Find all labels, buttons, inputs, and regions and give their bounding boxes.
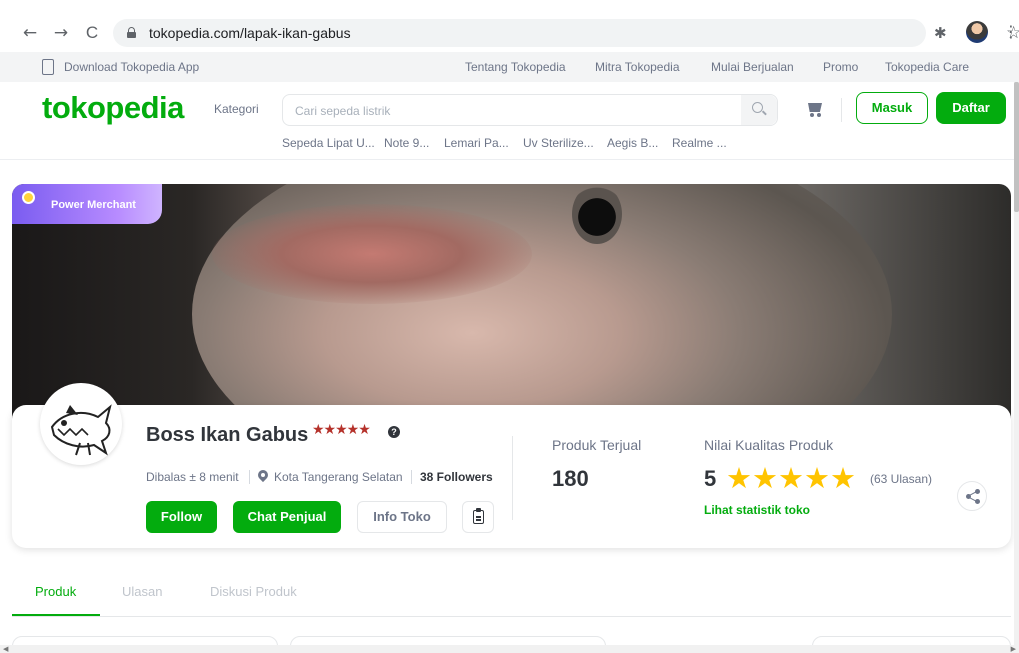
- url-text: tokopedia.com/lapak-ikan-gabus: [149, 25, 351, 41]
- quality-label: Nilai Kualitas Produk: [704, 437, 834, 453]
- forward-icon[interactable]: →: [50, 22, 72, 44]
- card-divider: [512, 436, 513, 520]
- login-button[interactable]: Masuk: [856, 92, 928, 124]
- share-button[interactable]: [957, 481, 987, 511]
- topbar-link-mitra[interactable]: Mitra Tokopedia: [595, 60, 680, 74]
- shop-avatar[interactable]: [40, 383, 122, 465]
- search-suggestion[interactable]: Uv Sterilize...: [523, 136, 594, 150]
- shop-notes-button[interactable]: [462, 501, 494, 533]
- profile-avatar[interactable]: [966, 21, 988, 43]
- shop-stats-link[interactable]: Lihat statistik toko: [704, 503, 810, 517]
- rating-value: 5: [704, 466, 717, 491]
- search-button[interactable]: [741, 95, 777, 125]
- vertical-scrollbar[interactable]: [1014, 82, 1019, 645]
- browser-toolbar: ← → C tokopedia.com/lapak-ikan-gabus ☆ ✱…: [0, 0, 1019, 52]
- review-count[interactable]: (63 Ulasan): [870, 472, 932, 486]
- reload-icon[interactable]: C: [81, 22, 103, 44]
- search-suggestion[interactable]: Aegis B...: [607, 136, 658, 150]
- browser-menu-icon[interactable]: ⋮: [1003, 22, 1019, 41]
- shop-name: Boss Ikan Gabus: [146, 424, 309, 446]
- topbar-link-berjualan[interactable]: Mulai Berjualan: [711, 60, 794, 74]
- meta-divider: [411, 470, 412, 484]
- search-suggestion[interactable]: Lemari Pa...: [444, 136, 509, 150]
- extensions-icon[interactable]: ✱: [934, 24, 947, 42]
- power-merchant-badge: Power Merchant: [12, 184, 162, 224]
- back-icon[interactable]: ←: [19, 22, 41, 44]
- download-app-link[interactable]: Download Tokopedia App: [64, 60, 199, 74]
- search-suggestion[interactable]: Sepeda Lipat U...: [282, 136, 375, 150]
- register-button[interactable]: Daftar: [936, 92, 1006, 124]
- chat-seller-button[interactable]: Chat Penjual: [233, 501, 341, 533]
- cart-icon[interactable]: [806, 101, 824, 117]
- topbar-link-care[interactable]: Tokopedia Care: [885, 60, 969, 74]
- shop-info-button[interactable]: Info Toko: [357, 501, 447, 533]
- tabs-divider: [12, 616, 1011, 617]
- topbar-link-promo[interactable]: Promo: [823, 60, 858, 74]
- tab-ulasan[interactable]: Ulasan: [122, 584, 162, 599]
- tokopedia-logo[interactable]: tokopedia: [42, 90, 184, 126]
- rating-stars: ★★★★★: [726, 461, 856, 495]
- address-bar[interactable]: tokopedia.com/lapak-ikan-gabus ☆: [113, 19, 1019, 47]
- phone-icon: [42, 59, 54, 75]
- topbar-link-tentang[interactable]: Tentang Tokopedia: [465, 60, 566, 74]
- reply-time: Dibalas ± 8 menit: [146, 470, 239, 484]
- top-info-bar: Download Tokopedia App Tentang Tokopedia…: [0, 52, 1019, 82]
- meta-divider: [249, 470, 250, 484]
- sold-label: Produk Terjual: [552, 437, 642, 453]
- search-placeholder: Cari sepeda listrik: [295, 104, 391, 118]
- search-suggestion[interactable]: Note 9...: [384, 136, 429, 150]
- followers-count: 38 Followers: [420, 470, 493, 484]
- shop-medal-badges: ★★★★★: [312, 421, 371, 437]
- lock-icon: [127, 27, 136, 38]
- horizontal-scrollbar[interactable]: ◀ ▶: [0, 645, 1019, 653]
- kategori-menu[interactable]: Kategori: [214, 102, 259, 116]
- scroll-left-icon[interactable]: ◀: [3, 645, 8, 653]
- search-input[interactable]: Cari sepeda listrik: [282, 94, 778, 126]
- power-merchant-icon: [22, 191, 35, 204]
- shop-banner-image: Power Merchant: [12, 184, 1011, 434]
- scroll-right-icon[interactable]: ▶: [1011, 645, 1016, 653]
- location-pin-icon: [255, 467, 271, 483]
- power-merchant-label: Power Merchant: [51, 199, 136, 211]
- tab-produk[interactable]: Produk: [35, 584, 76, 599]
- search-suggestion[interactable]: Realme ...: [672, 136, 727, 150]
- shop-location: Kota Tangerang Selatan: [274, 470, 403, 484]
- help-icon[interactable]: ?: [388, 426, 400, 438]
- tab-diskusi[interactable]: Diskusi Produk: [210, 584, 297, 599]
- sold-value: 180: [552, 466, 589, 491]
- follow-button[interactable]: Follow: [146, 501, 217, 533]
- site-header: tokopedia Kategori Cari sepeda listrik S…: [0, 82, 1019, 160]
- header-divider: [841, 98, 842, 122]
